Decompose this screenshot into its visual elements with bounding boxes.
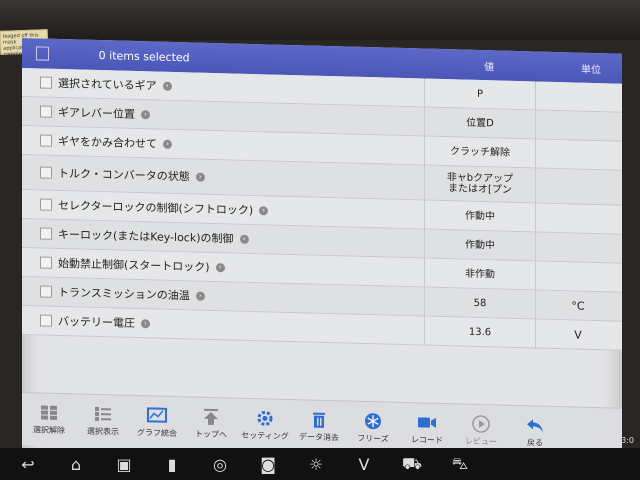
freeze-button[interactable]: フリーズ — [346, 401, 400, 454]
android-nav-bar: ↩ ⌂ ▣ ▮ ◎ ◙ ☼ V ⛟ ⛍ — [0, 448, 640, 480]
info-icon[interactable]: › — [195, 291, 205, 301]
parameter-value: 非ャbクアップ またはオ[プン — [424, 165, 536, 203]
parameter-unit — [534, 246, 622, 248]
parameter-value: P — [424, 78, 536, 110]
freeze-label: フリーズ — [357, 433, 389, 444]
parameter-name: セレクターロックの制御(シフトロック) — [58, 198, 254, 218]
parameter-value: 作動中 — [424, 200, 536, 232]
info-icon[interactable]: › — [141, 109, 150, 119]
parameter-unit — [534, 95, 622, 97]
clock: 13:0 — [616, 436, 634, 445]
home-icon[interactable]: ⌂ — [56, 452, 96, 476]
parameter-value: 58 — [424, 287, 536, 319]
row-checkbox[interactable] — [40, 166, 52, 179]
row-checkbox[interactable] — [40, 314, 52, 327]
parameter-value: 作動中 — [424, 229, 536, 261]
settings-label: セッティング — [241, 430, 289, 441]
info-icon[interactable]: › — [215, 262, 225, 272]
screenshot-icon[interactable]: ☼ — [296, 452, 336, 476]
review-label: レビュー — [465, 436, 497, 447]
parameter-list: 選択されているギア › P ギアレバー位置 › 位置D ギヤをかみ合わせて › クラッ… — [22, 68, 622, 351]
video-camera-icon — [417, 413, 437, 432]
value-column-header: 値 — [484, 61, 495, 73]
camera-icon[interactable]: ◙ — [248, 452, 288, 476]
parameter-unit — [534, 124, 622, 126]
parameter-name: ギヤをかみ合わせて — [58, 134, 157, 151]
record-label: レコード — [411, 435, 443, 446]
clear-data-label: データ消去 — [299, 432, 339, 443]
parameter-value: 非作動 — [424, 258, 536, 290]
info-icon[interactable]: › — [162, 81, 172, 91]
parameter-value: 13.6 — [424, 316, 536, 348]
back-label: 戻る — [527, 438, 543, 448]
select-all-checkbox[interactable] — [36, 46, 49, 61]
chart-icon — [147, 406, 167, 425]
row-checkbox[interactable] — [40, 285, 52, 298]
parameter-name: キーロック(またはKey-lock)の制御 — [58, 227, 234, 246]
row-checkbox[interactable] — [40, 227, 52, 240]
info-icon[interactable]: › — [195, 172, 205, 182]
car-icon[interactable]: ⛟ — [392, 452, 432, 476]
recent-apps-icon[interactable]: ▮ — [152, 452, 192, 476]
status-bar: 49% 13:0 — [596, 436, 634, 445]
row-checkbox[interactable] — [40, 105, 52, 118]
parameter-value: クラッチ解除 — [424, 136, 536, 168]
play-icon — [471, 415, 491, 434]
parameter-unit: V — [574, 327, 582, 342]
merge-graph-label: グラフ統合 — [137, 428, 177, 439]
info-icon[interactable]: › — [141, 318, 150, 328]
parameter-name: 選択されているギア — [58, 76, 157, 93]
unit-column-header: 単位 — [580, 64, 601, 76]
deselect-button[interactable]: 選択解除 — [22, 393, 76, 446]
parameter-name: 始動禁止制御(スタートロック) — [58, 256, 210, 274]
tablet-bezel — [0, 0, 640, 40]
snowflake-icon — [363, 412, 383, 431]
parameter-unit: °C — [571, 298, 585, 313]
info-icon[interactable]: › — [259, 205, 269, 215]
parameter-value: 位置D — [424, 107, 536, 139]
parameter-unit — [534, 185, 622, 187]
app-screen: 0 items selected 値 単位 選択されているギア › P ギアレバー… — [22, 38, 622, 474]
parameter-name: トルク・コンバータの状態 — [58, 166, 190, 184]
list-checked-icon — [93, 405, 113, 424]
vci-icon[interactable]: V — [344, 452, 384, 476]
back-arrow-icon — [525, 416, 545, 435]
info-icon[interactable]: › — [163, 139, 172, 149]
parameter-name: バッテリー電圧 — [58, 314, 135, 330]
row-checkbox[interactable] — [40, 76, 52, 89]
settings-button[interactable]: セッティング — [238, 399, 292, 452]
trash-icon — [309, 411, 329, 430]
selection-count: 0 items selected — [98, 48, 190, 64]
gear-icon — [255, 409, 275, 428]
row-checkbox[interactable] — [40, 256, 52, 269]
show-selected-button[interactable]: 選択表示 — [76, 394, 130, 447]
to-top-label: トップへ — [195, 429, 227, 440]
info-icon[interactable]: › — [239, 234, 249, 244]
to-top-button[interactable]: トップへ — [184, 397, 238, 450]
grid-deselect-icon — [39, 403, 59, 422]
merge-graph-button[interactable]: グラフ統合 — [130, 396, 184, 449]
deselect-label: 選択解除 — [33, 425, 65, 436]
parameter-unit — [534, 153, 622, 155]
parameter-unit — [534, 217, 622, 219]
parameter-unit — [534, 275, 622, 277]
row-checkbox[interactable] — [40, 134, 52, 147]
clear-data-button[interactable]: データ消去 — [292, 400, 346, 453]
show-selected-label: 選択表示 — [87, 426, 119, 437]
row-checkbox[interactable] — [40, 198, 52, 211]
browser-icon[interactable]: ◎ — [200, 452, 240, 476]
back-nav-icon[interactable]: ↩ — [8, 452, 48, 476]
parameter-name: トランスミッションの油温 — [58, 285, 190, 303]
battery-level: 49% — [595, 436, 614, 445]
parameter-name: ギアレバー位置 — [58, 105, 135, 121]
arrow-up-icon — [201, 408, 221, 427]
android-icon[interactable]: ▣ — [104, 452, 144, 476]
car-user-icon[interactable]: ⛍ — [440, 452, 480, 476]
